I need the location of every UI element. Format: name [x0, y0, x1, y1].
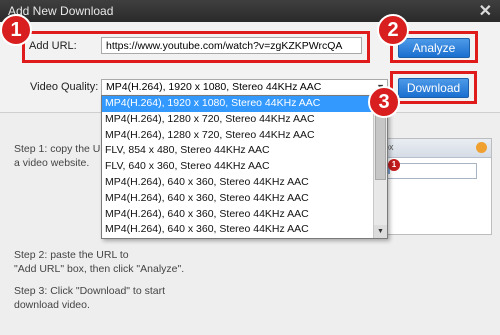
dropdown-option[interactable]: MP4(H.264), 1920 x 1080, Stereo 44KHz AA… [102, 96, 375, 112]
browser-home-icon [476, 142, 487, 153]
step-1-line-2: a video website. [14, 157, 90, 169]
dropdown-option[interactable]: MP4(H.264), 1280 x 720, Stereo 44KHz AAC [102, 112, 375, 128]
step-2-line-2: "Add URL" box, then click "Analyze". [14, 263, 185, 275]
step-1-text: Step 1: copy the UR a video website. [14, 142, 108, 170]
video-quality-value: MP4(H.264), 1920 x 1080, Stereo 44KHz AA… [106, 81, 322, 93]
video-quality-dropdown[interactable]: MP4(H.264), 1920 x 1080, Stereo 44KHz AA… [101, 95, 388, 239]
marker-badge-2: 2 [377, 14, 409, 46]
step-2-line-1: Step 2: paste the URL to [14, 249, 129, 261]
mini-marker-badge: 1 [388, 159, 400, 171]
scroll-thumb[interactable] [375, 110, 386, 180]
scroll-down-arrow-icon[interactable]: ▼ [374, 225, 387, 238]
dropdown-list: MP4(H.264), 1920 x 1080, Stereo 44KHz AA… [102, 96, 387, 238]
add-download-dialog: Add URL: Analyze Video Quality: MP4(H.26… [0, 22, 500, 335]
marker-badge-1: 1 [0, 14, 32, 46]
step-1-line-1: Step 1: copy the UR [14, 143, 108, 155]
dropdown-option[interactable]: MP4(H.264), 640 x 360, Stereo 44KHz AAC [102, 222, 375, 238]
dropdown-option[interactable]: FLV, 640 x 360, Stereo 44KHz AAC [102, 159, 375, 175]
dropdown-option[interactable]: MP4(H.264), 640 x 360, Stereo 44KHz AAC [102, 191, 375, 207]
title-bar: Add New Download ✕ [0, 0, 500, 23]
step-3-line-2: download video. [14, 299, 90, 311]
step-2-text: Step 2: paste the URL to "Add URL" box, … [14, 248, 184, 276]
dropdown-option[interactable]: MP4(H.264), 640 x 360, Stereo 44KHz AAC [102, 207, 375, 223]
video-quality-select[interactable]: MP4(H.264), 1920 x 1080, Stereo 44KHz AA… [101, 79, 388, 96]
video-quality-label: Video Quality: [30, 81, 99, 93]
step-3-line-1: Step 3: Click "Download" to start [14, 285, 166, 297]
dropdown-option[interactable]: MP4(H.264), 1280 x 720, Stereo 44KHz AAC [102, 128, 375, 144]
highlight-box-url [22, 31, 370, 63]
dropdown-option[interactable]: MP4(H.264), 640 x 360, Stereo 44KHz AAC [102, 175, 375, 191]
dropdown-option[interactable]: FLV, 854 x 480, Stereo 44KHz AAC [102, 143, 375, 159]
highlight-box-download [390, 71, 477, 104]
marker-badge-3: 3 [368, 86, 400, 118]
close-icon[interactable]: ✕ [479, 1, 492, 21]
step-3-text: Step 3: Click "Download" to start downlo… [14, 284, 165, 312]
